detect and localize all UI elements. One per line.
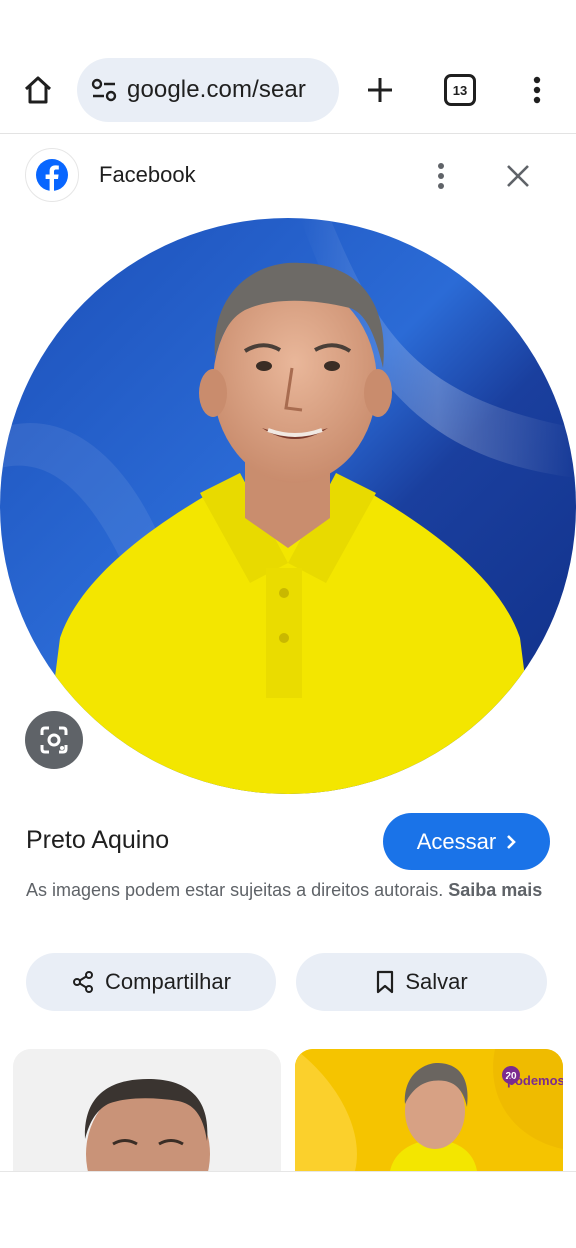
main-image[interactable] xyxy=(0,218,576,794)
related-image-2[interactable]: 20 podemos xyxy=(295,1049,563,1171)
related-photo xyxy=(13,1049,281,1171)
bookmark-icon xyxy=(377,970,394,994)
more-options-button[interactable] xyxy=(428,158,454,194)
related-banner: 20 podemos xyxy=(295,1049,563,1171)
browser-toolbar: google.com/sear 13 xyxy=(0,0,576,134)
facebook-logo-icon xyxy=(36,159,68,191)
save-label: Salvar xyxy=(405,969,468,994)
home-icon xyxy=(24,76,52,104)
bottom-area xyxy=(0,1171,576,1248)
visit-label: Acessar xyxy=(416,828,497,854)
share-button[interactable]: Compartilhar xyxy=(26,953,276,1011)
home-button[interactable] xyxy=(20,72,56,108)
more-vert-icon xyxy=(533,76,541,104)
source-name[interactable]: Facebook xyxy=(99,162,196,188)
lens-icon xyxy=(40,726,68,754)
close-icon xyxy=(507,165,529,187)
tune-icon[interactable] xyxy=(89,75,119,105)
share-label: Compartilhar xyxy=(105,969,231,994)
more-vert-icon xyxy=(438,163,444,189)
copyright-notice: As imagens podem estar sujeitas a direit… xyxy=(26,877,546,904)
image-title[interactable]: Preto Aquino xyxy=(26,826,169,855)
address-bar[interactable]: google.com/sear xyxy=(77,58,339,122)
visit-button[interactable]: Acessar xyxy=(383,813,550,870)
browser-menu-button[interactable] xyxy=(522,72,552,108)
tab-switcher-button[interactable]: 13 xyxy=(444,74,476,106)
chevron-right-icon xyxy=(507,834,517,849)
portrait-image xyxy=(0,218,576,794)
party-badge: podemos xyxy=(507,1073,563,1088)
new-tab-button[interactable] xyxy=(362,72,398,108)
save-button[interactable]: Salvar xyxy=(296,953,547,1011)
learn-more-link[interactable]: Saiba mais xyxy=(448,880,542,900)
close-button[interactable] xyxy=(500,158,536,194)
lens-button[interactable] xyxy=(25,711,83,769)
tab-count: 13 xyxy=(452,82,468,98)
url-text: google.com/sear xyxy=(127,76,306,103)
notice-text: As imagens podem estar sujeitas a direit… xyxy=(26,880,444,900)
source-logo[interactable] xyxy=(25,148,79,202)
plus-icon xyxy=(368,78,392,102)
related-image-1[interactable] xyxy=(13,1049,281,1171)
share-icon xyxy=(73,971,94,993)
